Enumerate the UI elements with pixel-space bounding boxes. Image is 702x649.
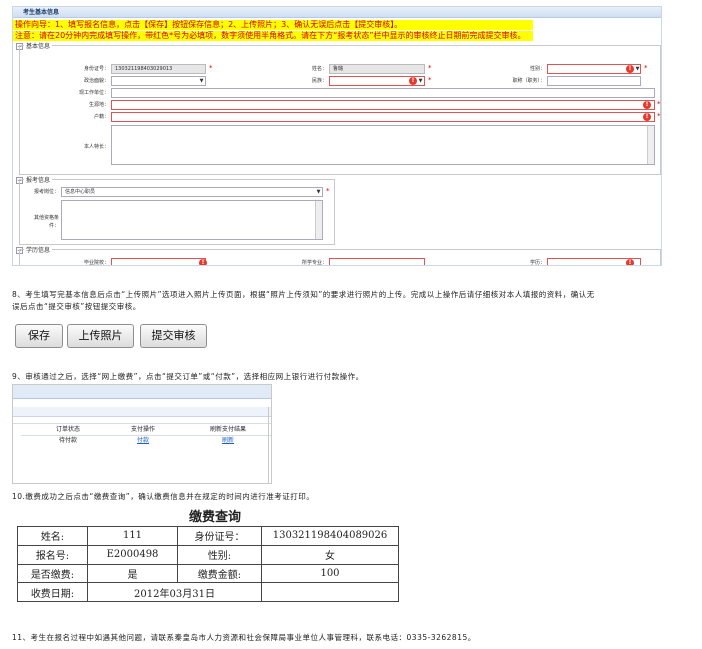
gender-value: 女	[261, 544, 399, 565]
apply-info-legend: 报考信息	[26, 177, 51, 184]
reg-value: E2000498	[87, 544, 178, 565]
required-mark: *	[428, 76, 432, 84]
step-8-text-cont: 误后点击“提交审核”按钮提交审核。	[12, 302, 141, 311]
amount-label: 缴费金额:	[177, 563, 262, 584]
origin-label: 生源地：	[88, 102, 109, 108]
registration-form-panel: 考生基本信息 操作向导：1、填写报名信息，点击【保存】按钮保存信息；2、上传照片…	[12, 6, 662, 266]
id-label: 身份证号：	[177, 526, 262, 546]
reg-label: 报名号:	[17, 544, 88, 565]
other-conditions-textarea[interactable]	[61, 200, 323, 240]
scrollbar[interactable]	[647, 126, 654, 164]
title-field[interactable]	[547, 76, 641, 86]
name-field[interactable]: 鲁璐	[329, 64, 425, 74]
resume-label: 本人特长：	[83, 144, 109, 150]
error-icon: !	[409, 77, 417, 85]
required-mark: *	[657, 100, 661, 108]
fee-query-title: 缴费查询	[188, 510, 241, 525]
chevron-down-icon[interactable]: ▼	[417, 77, 424, 85]
payment-header-bar	[13, 385, 271, 399]
error-icon: !	[199, 259, 207, 265]
required-mark: *	[428, 64, 432, 72]
col-payment-action: 支付操作	[130, 426, 155, 433]
amount-value: 100	[261, 563, 399, 584]
error-icon: !	[643, 113, 651, 121]
step-8-text: 8、考生填写完基本信息后点击“上传照片”选项进入照片上传页面，根据“照片上传须知…	[12, 290, 595, 299]
name-value: 111	[87, 526, 178, 546]
political-select[interactable]	[111, 76, 206, 86]
required-mark: *	[326, 187, 330, 195]
work-unit-field[interactable]	[111, 88, 655, 98]
education-legend: 学历信息	[26, 247, 51, 254]
id-value: 130321198404089026	[261, 526, 399, 546]
major-field[interactable]	[329, 258, 425, 265]
hukou-field[interactable]	[111, 112, 655, 122]
payment-order-panel: 订单状态 支付操作 刷新支付结果 待付款 付款 刷新	[12, 384, 272, 484]
ethnic-label: 民族：	[311, 78, 327, 84]
warning-notice: 注意：请在20分钟内完成填写操作，带红色*号为必填项，数字须使用半角格式。请在下…	[13, 31, 533, 41]
error-icon: !	[643, 101, 651, 109]
title-label: 职称（职务）：	[512, 78, 545, 84]
scrollbar[interactable]	[315, 201, 322, 239]
pay-link[interactable]: 付款	[108, 436, 178, 445]
date-label: 收费日期:	[17, 582, 88, 603]
table-row: 报名号: E2000498 性别: 女	[17, 544, 399, 565]
col-refresh-result: 刷新支付结果	[209, 426, 246, 433]
step-9-text: 9、审核通过之后，选择“网上缴费”，点击“提交订单”或“付款”，选择相应网上银行…	[12, 372, 364, 381]
grad-label: 毕业院校：	[83, 260, 109, 266]
required-mark: *	[209, 64, 213, 72]
hukou-label: 户籍：	[93, 114, 109, 120]
resume-textarea[interactable]	[111, 125, 655, 165]
chevron-down-icon[interactable]: ▼	[198, 77, 205, 85]
name-label: 姓名：	[311, 66, 327, 72]
table-row: 收费日期: 2012年03月31日	[17, 582, 399, 603]
fee-query-table: 姓名: 111 身份证号： 130321198404089026 报名号: E2…	[17, 526, 399, 603]
id-label: 身份证号：	[83, 66, 109, 72]
col-order-status: 订单状态	[55, 426, 80, 433]
table-row: 是否缴费: 是 缴费金额: 100	[17, 563, 399, 584]
id-number-field[interactable]: 130321198403029013	[111, 64, 206, 74]
chevron-down-icon[interactable]: ▼	[315, 188, 322, 196]
upload-photo-button[interactable]: 上传照片	[67, 324, 134, 348]
save-button[interactable]: 保存	[15, 324, 63, 348]
paid-value: 是	[87, 563, 178, 584]
table-row: 姓名: 111 身份证号： 130321198404089026	[17, 526, 399, 546]
degree-label: 学历：	[529, 260, 545, 266]
panel-title: 考生基本信息	[13, 7, 661, 18]
divider	[268, 407, 269, 483]
major-label: 所学专业：	[301, 260, 327, 266]
gender-label: 性别：	[529, 66, 545, 72]
divider	[13, 423, 271, 424]
error-icon: !	[626, 259, 634, 265]
step-11-text: 11、考生在报名过程中如遇其他问题，请联系秦皇岛市人力资源和社会保障局事业单位人…	[12, 633, 476, 642]
refresh-link[interactable]: 刷新	[188, 436, 268, 445]
gender-label: 性别:	[177, 544, 262, 565]
payment-subbar	[13, 407, 271, 417]
required-mark: *	[644, 64, 648, 72]
order-status-cell: 待付款	[58, 437, 77, 444]
paid-label: 是否缴费:	[17, 563, 88, 584]
political-label: 政治面貌：	[83, 78, 109, 84]
name-label: 姓名:	[17, 526, 88, 546]
empty-cell	[261, 582, 399, 603]
origin-field[interactable]	[111, 100, 655, 110]
basic-info-legend: 基本信息	[26, 43, 51, 50]
required-mark: *	[657, 112, 661, 120]
position-label: 报考岗位：	[33, 189, 59, 195]
graduate-school-field[interactable]	[111, 258, 206, 265]
submit-review-button[interactable]: 提交审核	[140, 324, 207, 348]
other-label-cont: 件：	[48, 223, 59, 229]
operation-guide-notice: 操作向导：1、填写报名信息，点击【保存】按钮保存信息；2、上传照片；3、确认无误…	[13, 20, 533, 30]
unit-label: 现工作单位：	[78, 90, 109, 96]
step-10-text: 10.缴费成功之后点击“缴费查询”，确认缴费信息并在规定的时间内进行准考证打印。	[12, 492, 315, 501]
position-select[interactable]: 信息中心职员	[61, 187, 323, 197]
chevron-down-icon[interactable]: ▼	[634, 65, 641, 73]
error-icon: !	[626, 65, 634, 73]
date-value: 2012年03月31日	[87, 582, 262, 603]
